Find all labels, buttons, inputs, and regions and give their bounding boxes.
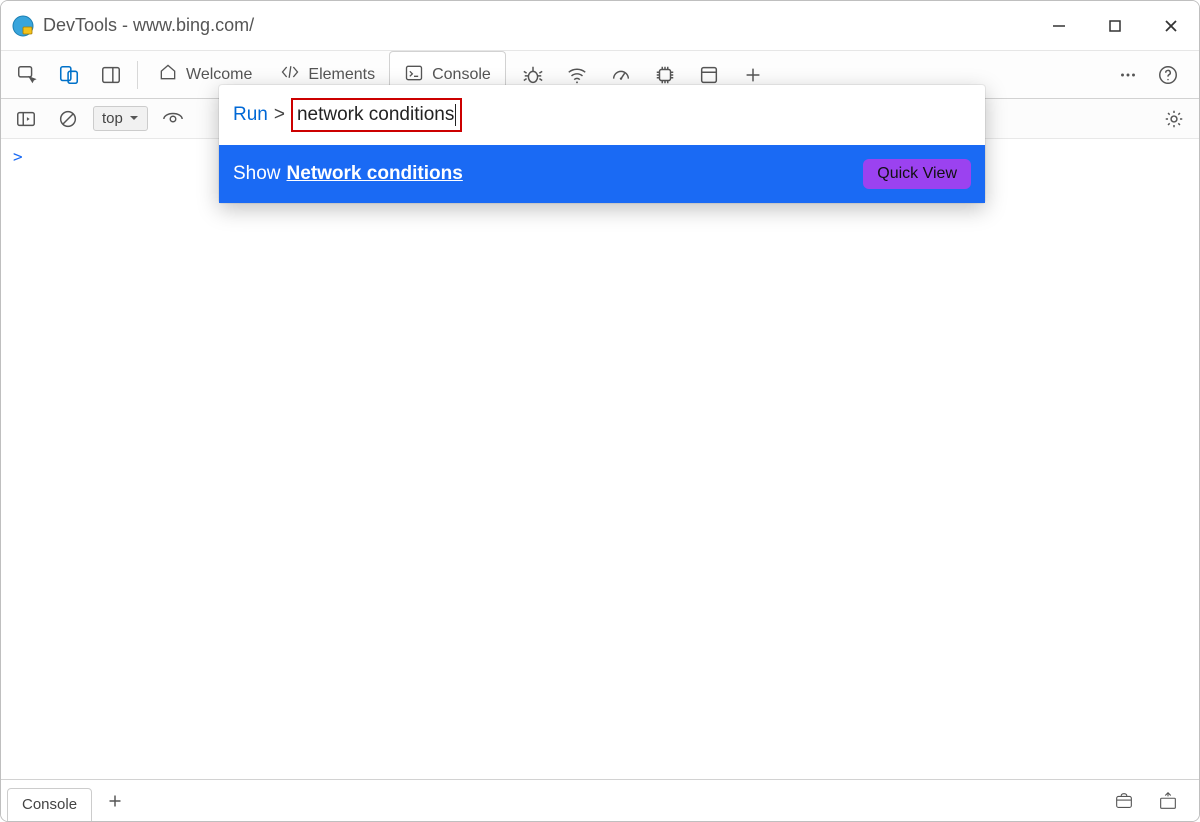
tab-label: Elements: [308, 66, 375, 84]
drawer-bar: Console: [1, 779, 1199, 821]
device-emulation-icon[interactable]: [49, 55, 89, 95]
drawer-tab-console[interactable]: Console: [7, 788, 92, 822]
console-body[interactable]: >: [1, 139, 1199, 779]
minimize-button[interactable]: [1031, 1, 1087, 50]
command-input-row[interactable]: Run > network conditions: [219, 85, 985, 145]
inspect-group: [7, 55, 131, 95]
window-title: DevTools - www.bing.com/: [43, 15, 254, 36]
devtools-window: DevTools - www.bing.com/: [0, 0, 1200, 822]
text-caret: [455, 104, 456, 126]
drawer-issues-icon[interactable]: [1107, 784, 1141, 818]
title-bar: DevTools - www.bing.com/: [1, 1, 1199, 51]
toggle-sidebar-icon[interactable]: [9, 102, 43, 136]
live-expression-icon[interactable]: [156, 102, 190, 136]
context-label: top: [102, 110, 123, 127]
result-prefix: Show: [233, 163, 281, 185]
execution-context-select[interactable]: top: [93, 106, 148, 131]
window-controls: [1031, 1, 1199, 50]
console-icon: [404, 63, 424, 88]
more-options-icon[interactable]: [1111, 58, 1145, 92]
chevron-down-icon: [129, 110, 139, 127]
command-prompt-symbol: >: [274, 104, 285, 126]
inspect-element-icon[interactable]: [7, 55, 47, 95]
toolbar-right: [1111, 58, 1193, 92]
clear-console-icon[interactable]: [51, 102, 85, 136]
command-query-text: network conditions: [297, 104, 454, 126]
result-term: Network conditions: [287, 163, 463, 185]
console-settings-icon[interactable]: [1157, 102, 1191, 136]
result-badge: Quick View: [863, 159, 971, 189]
command-run-label: Run: [233, 104, 268, 126]
help-icon[interactable]: [1151, 58, 1185, 92]
command-result-item[interactable]: Show Network conditions Quick View: [219, 145, 985, 203]
tab-label: Console: [432, 66, 491, 84]
toolbar-divider: [137, 61, 138, 89]
drawer-tab-label: Console: [22, 796, 77, 813]
command-menu: Run > network conditions Show Network co…: [219, 85, 985, 203]
elements-icon: [280, 62, 300, 87]
maximize-button[interactable]: [1087, 1, 1143, 50]
edge-devtools-icon: [11, 14, 35, 38]
command-query-highlight: network conditions: [291, 98, 462, 132]
tab-label: Welcome: [186, 66, 252, 84]
drawer-add-tab-icon[interactable]: [98, 784, 132, 818]
drawer-expand-icon[interactable]: [1151, 784, 1185, 818]
close-button[interactable]: [1143, 1, 1199, 50]
dock-side-icon[interactable]: [91, 55, 131, 95]
console-prompt-symbol: >: [13, 147, 23, 166]
home-icon: [158, 62, 178, 87]
